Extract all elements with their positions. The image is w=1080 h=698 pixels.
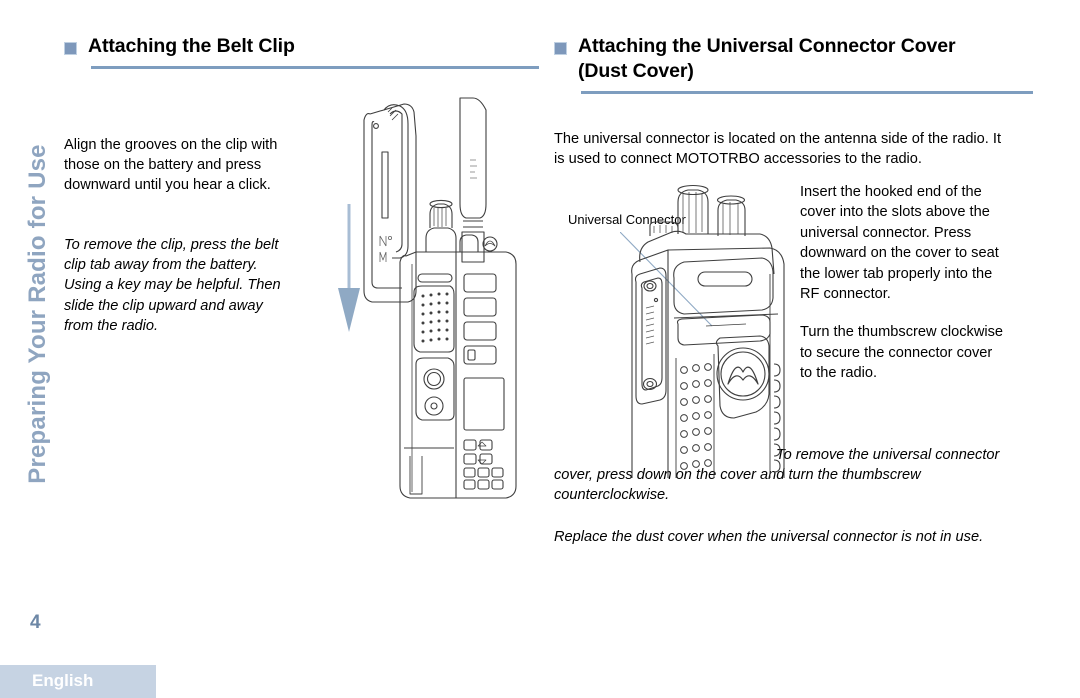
page-number: 4 (30, 612, 41, 633)
square-bullet-icon (554, 42, 567, 55)
left-heading-divider (91, 66, 539, 69)
left-column: Attaching the Belt Clip Align the groove… (62, 34, 539, 634)
right-step-2: Turn the thumbscrew clockwise to secure … (800, 324, 1004, 382)
right-note-paragraph-2: Replace the dust cover when the universa… (554, 528, 984, 545)
left-note-paragraph: To remove the clip, press the belt clip … (64, 236, 281, 335)
right-steps-list: Insert the hooked end of the cover into … (800, 182, 1006, 384)
right-heading-divider (581, 91, 1033, 94)
right-step-1: Insert the hooked end of the cover into … (800, 184, 999, 303)
left-section-heading-text: Attaching the Belt Clip (88, 35, 295, 57)
chapter-side-tab-label: Preparing Your Radio for Use (24, 144, 51, 484)
square-bullet-icon (64, 42, 77, 55)
right-section-heading: Attaching the Universal Connector Cover … (552, 34, 1033, 94)
left-lead-paragraph: Align the grooves on the clip with those… (64, 136, 278, 194)
language-bar: English (0, 665, 156, 698)
belt-clip-radio-illustration (330, 96, 540, 506)
right-section-heading-text: Attaching the Universal Connector Cover … (578, 35, 956, 82)
right-lead-paragraph: The universal connector is located on th… (554, 130, 1002, 167)
universal-connector-radio-illustration (610, 178, 820, 480)
chapter-side-tab: Preparing Your Radio for Use (0, 0, 56, 640)
right-column: Attaching the Universal Connector Cover … (552, 34, 1033, 634)
language-label: English (32, 671, 94, 690)
left-section-heading: Attaching the Belt Clip (62, 34, 539, 69)
